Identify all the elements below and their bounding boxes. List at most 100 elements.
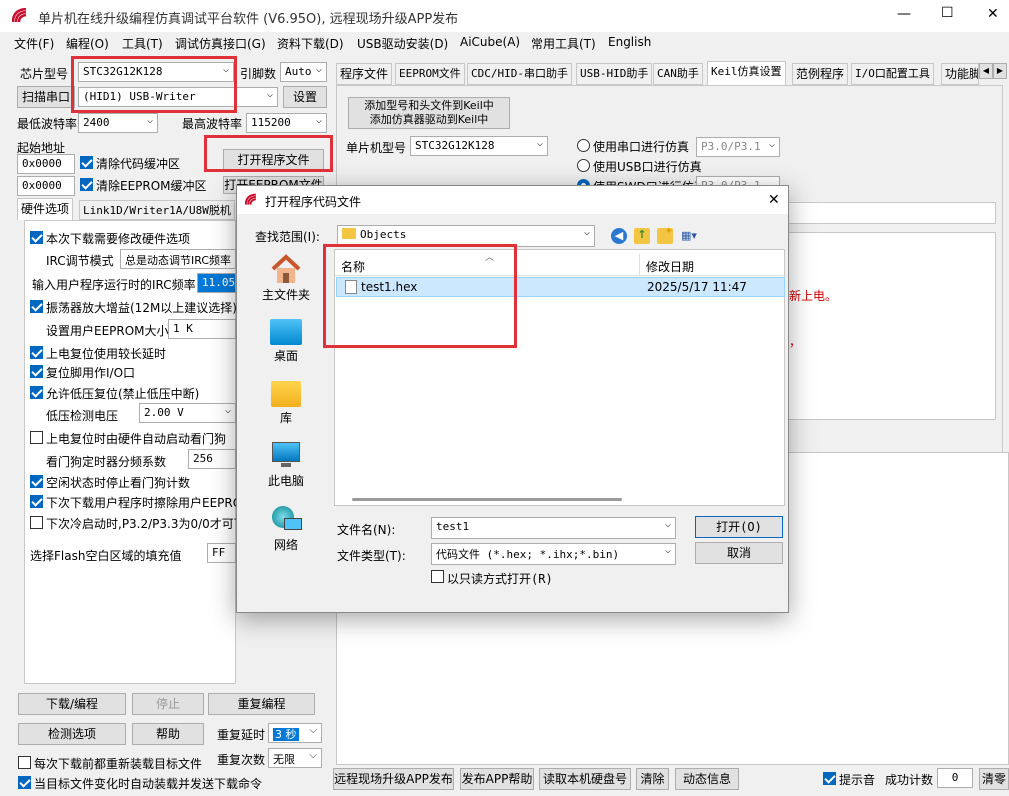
modify-hw-checkbox[interactable] <box>30 231 43 244</box>
power-delay-checkbox[interactable] <box>30 346 43 359</box>
filename-input[interactable]: test1 ⌵ <box>431 517 676 539</box>
horizontal-scrollbar[interactable] <box>352 498 622 501</box>
column-header-date[interactable]: 修改日期 <box>640 254 786 276</box>
open-button[interactable]: 打开(O) <box>695 516 783 538</box>
clear-eeprom-checkbox[interactable] <box>80 178 93 191</box>
tab-usb-hid[interactable]: USB-HID助手 <box>576 63 653 85</box>
menu-aicube[interactable]: AiCube(A) <box>460 35 520 49</box>
tab-can[interactable]: CAN助手 <box>653 63 703 85</box>
pin-count-select[interactable]: Auto ⌵ <box>280 62 327 82</box>
menu-tools[interactable]: 工具(T) <box>122 35 163 52</box>
tab-cdc-hid-serial[interactable]: CDC/HID-串口助手 <box>467 63 572 85</box>
menu-usb-driver[interactable]: USB驱动安装(D) <box>357 35 448 52</box>
p32-p33-checkbox[interactable] <box>30 516 43 529</box>
table-row[interactable]: test1.hex 2025/5/17 11:47 <box>336 277 785 297</box>
minimize-button[interactable]: — <box>897 6 911 22</box>
tab-scroll-left-icon[interactable]: ◀ <box>979 63 993 79</box>
add-keil-button[interactable]: 添加型号和头文件到Keil中 添加仿真器驱动到Keil中 <box>348 97 510 129</box>
network-icon <box>270 504 302 534</box>
read-disk-id-button[interactable]: 读取本机硬盘号 <box>539 768 631 790</box>
remote-app-publish-button[interactable]: 远程现场升级APP发布 <box>333 768 454 790</box>
menu-file[interactable]: 文件(F) <box>14 35 54 52</box>
repeat-program-button[interactable]: 重复编程 <box>208 693 315 715</box>
port-select[interactable]: (HID1) USB-Writer ⌵ <box>78 87 278 107</box>
file-list[interactable]: ︿ 名称 修改日期 test1.hex 2025/5/17 11:47 <box>334 249 786 506</box>
min-baud-select[interactable]: 2400 ⌵ <box>78 113 158 133</box>
open-program-file-button[interactable]: 打开程序文件 <box>223 149 324 171</box>
dialog-close-button[interactable]: ✕ <box>768 192 780 208</box>
irc-mode-select[interactable]: 总是动态调节IRC频率 <box>120 249 236 269</box>
sim-serial-radio[interactable] <box>577 139 590 152</box>
reload-each-checkbox[interactable] <box>18 756 31 769</box>
clear-log-button[interactable]: 清除 <box>636 768 669 790</box>
readonly-checkbox[interactable] <box>431 570 444 583</box>
tab-program-file[interactable]: 程序文件 <box>336 63 393 85</box>
tab-hardware-options[interactable]: 硬件选项 <box>17 198 74 220</box>
repeat-delay-select[interactable]: 3 秒 ⌵ <box>268 723 322 743</box>
beep-checkbox[interactable] <box>823 772 836 785</box>
back-icon[interactable]: ◀ <box>611 228 627 244</box>
sim-serial-pins-select[interactable]: P3.0/P3.1 ⌵ <box>696 137 780 157</box>
reset-count-button[interactable]: 清零 <box>979 768 1009 790</box>
maximize-button[interactable]: ☐ <box>941 5 954 21</box>
chip-model-select[interactable]: STC32G12K128 ⌵ <box>78 62 234 82</box>
publish-app-help-button[interactable]: 发布APP帮助 <box>460 768 534 790</box>
view-menu-icon[interactable]: ▦▾ <box>681 229 705 243</box>
place-network[interactable]: 网络 <box>246 504 326 553</box>
eeprom-size-input[interactable]: 1 K <box>168 319 236 339</box>
flash-fill-value: FF <box>212 546 226 559</box>
reset-io-checkbox[interactable] <box>30 365 43 378</box>
repeat-count-select[interactable]: 无限 ⌵ <box>268 748 322 768</box>
menu-debug-interface[interactable]: 调试仿真接口(G) <box>175 35 266 52</box>
tab-keil-sim[interactable]: Keil仿真设置 <box>707 61 786 85</box>
menu-english[interactable]: English <box>608 35 651 49</box>
place-desktop[interactable]: 桌面 <box>246 319 326 364</box>
tab-examples[interactable]: 范例程序 <box>792 63 849 85</box>
mcu-model-select[interactable]: STC32G12K128 ⌵ <box>410 136 548 156</box>
help-button[interactable]: 帮助 <box>132 723 204 745</box>
osc-gain-checkbox[interactable] <box>30 300 43 313</box>
up-folder-icon[interactable]: ↑ <box>634 228 650 244</box>
max-baud-select[interactable]: 115200 ⌵ <box>246 113 327 133</box>
flash-fill-select[interactable]: FF <box>207 543 236 563</box>
wdt-auto-checkbox[interactable] <box>30 431 43 444</box>
place-library[interactable]: 库 <box>246 381 326 426</box>
irc-freq-input[interactable]: 11.0592 <box>197 273 236 293</box>
lvd-reset-checkbox[interactable] <box>30 386 43 399</box>
column-header-name[interactable]: 名称 <box>335 254 640 276</box>
menu-downloads[interactable]: 资料下载(D) <box>277 35 344 52</box>
erase-eeprom-checkbox[interactable] <box>30 495 43 508</box>
new-folder-icon[interactable]: ✦ <box>657 227 673 244</box>
lvd-voltage-select[interactable]: 2.00 V ⌵ <box>139 403 236 423</box>
place-this-pc[interactable]: 此电脑 <box>246 442 326 489</box>
wdt-div-select[interactable]: 256 <box>188 449 236 469</box>
place-home[interactable]: 主文件夹 <box>246 254 326 303</box>
lookin-select[interactable]: Objects ⌵ <box>337 225 595 247</box>
cancel-button[interactable]: 取消 <box>695 542 783 564</box>
tab-scroll-right-icon[interactable]: ▶ <box>993 63 1007 79</box>
tab-functions[interactable]: 功能脚 <box>941 63 979 85</box>
code-address-input[interactable]: 0x0000 <box>17 154 75 174</box>
clear-code-checkbox[interactable] <box>80 156 93 169</box>
menu-program[interactable]: 编程(O) <box>66 35 109 52</box>
eeprom-address-input[interactable]: 0x0000 <box>17 176 75 196</box>
idle-wdt-checkbox[interactable] <box>30 475 43 488</box>
sim-usb-label: 使用USB口进行仿真 <box>593 160 702 174</box>
auto-load-checkbox[interactable] <box>18 776 31 789</box>
success-count-field: 0 <box>937 768 973 788</box>
info-field[interactable] <box>780 202 996 224</box>
dynamic-info-button[interactable]: 动态信息 <box>675 768 739 790</box>
tab-eeprom-file[interactable]: EEPROM文件 <box>395 63 465 85</box>
port-settings-button[interactable]: 设置 <box>283 86 327 108</box>
sim-usb-radio[interactable] <box>577 159 590 172</box>
menu-common-tools[interactable]: 常用工具(T) <box>531 35 596 52</box>
info-textarea[interactable] <box>780 232 996 420</box>
close-window-button[interactable]: ✕ <box>987 6 999 22</box>
detect-options-button[interactable]: 检测选项 <box>18 723 126 745</box>
tab-link1d-offline[interactable]: Link1D/Writer1A/U8W脱机 <box>79 200 235 220</box>
scan-port-button[interactable]: 扫描串口 <box>17 86 75 108</box>
stop-button[interactable]: 停止 <box>132 693 204 715</box>
filetype-select[interactable]: 代码文件 (*.hex; *.ihx;*.bin) ⌵ <box>431 543 676 565</box>
tab-io-config[interactable]: I/O口配置工具 <box>851 63 934 85</box>
download-program-button[interactable]: 下载/编程 <box>18 693 126 715</box>
